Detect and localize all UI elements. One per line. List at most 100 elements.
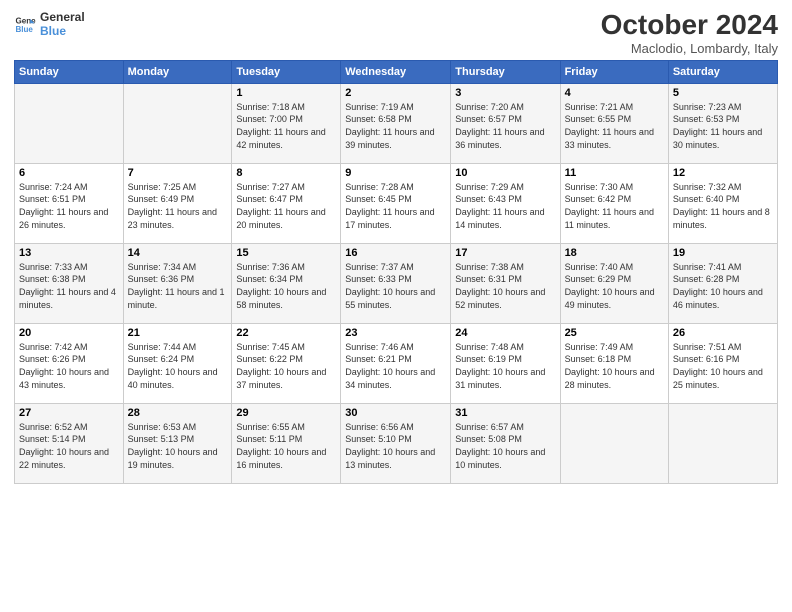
- col-tuesday: Tuesday: [232, 60, 341, 83]
- day-info: Sunrise: 7:38 AMSunset: 6:31 PMDaylight:…: [455, 261, 555, 311]
- day-number: 14: [128, 247, 228, 259]
- cell-w5-d2: 28 Sunrise: 6:53 AMSunset: 5:13 PMDayligh…: [123, 403, 232, 483]
- logo-icon: General Blue: [14, 13, 36, 35]
- day-number: 4: [565, 87, 664, 99]
- cell-w5-d3: 29Sunrise: 6:55 AMSunset: 5:11 PMDayligh…: [232, 403, 341, 483]
- day-number: 9: [345, 167, 446, 179]
- day-number: 23: [345, 327, 446, 339]
- cell-w4-d7: 26Sunrise: 7:51 AMSunset: 6:16 PMDayligh…: [668, 323, 777, 403]
- day-info: Sunrise: 7:21 AMSunset: 6:55 PMDaylight:…: [565, 101, 664, 151]
- day-number: 27: [19, 407, 119, 419]
- calendar-table: Sunday Monday Tuesday Wednesday Thursday…: [14, 60, 778, 484]
- day-number: 6: [19, 167, 119, 179]
- day-info: Sunrise: 7:19 AMSunset: 6:58 PMDaylight:…: [345, 101, 446, 151]
- day-info: Sunrise: 6:52 AMSunset: 5:14 PMDaylight:…: [19, 421, 119, 471]
- logo: General Blue General Blue: [14, 10, 85, 39]
- week-row-5: 27 Sunrise: 6:52 AMSunset: 5:14 PMDayligh…: [15, 403, 778, 483]
- day-number: 3: [455, 87, 555, 99]
- day-number: 22: [236, 327, 336, 339]
- cell-w3-d6: 18 Sunrise: 7:40 AMSunset: 6:29 PMDayligh…: [560, 243, 668, 323]
- day-info: Sunrise: 7:25 AMSunset: 6:49 PMDaylight:…: [128, 181, 228, 231]
- cell-w2-d2: 7 Sunrise: 7:25 AMSunset: 6:49 PMDaylight…: [123, 163, 232, 243]
- day-info: Sunrise: 7:41 AMSunset: 6:28 PMDaylight:…: [673, 261, 773, 311]
- day-number: 16: [345, 247, 446, 259]
- day-info: Sunrise: 7:20 AMSunset: 6:57 PMDaylight:…: [455, 101, 555, 151]
- day-info: Sunrise: 7:44 AMSunset: 6:24 PMDaylight:…: [128, 341, 228, 391]
- cell-w3-d7: 19 Sunrise: 7:41 AMSunset: 6:28 PMDayligh…: [668, 243, 777, 323]
- day-info: Sunrise: 7:32 AMSunset: 6:40 PMDaylight:…: [673, 181, 773, 231]
- cell-w3-d5: 17Sunrise: 7:38 AMSunset: 6:31 PMDayligh…: [451, 243, 560, 323]
- col-monday: Monday: [123, 60, 232, 83]
- day-info: Sunrise: 7:45 AMSunset: 6:22 PMDaylight:…: [236, 341, 336, 391]
- header-row-days: Sunday Monday Tuesday Wednesday Thursday…: [15, 60, 778, 83]
- day-number: 28: [128, 407, 228, 419]
- day-info: Sunrise: 7:29 AMSunset: 6:43 PMDaylight:…: [455, 181, 555, 231]
- day-info: Sunrise: 7:51 AMSunset: 6:16 PMDaylight:…: [673, 341, 773, 391]
- day-info: Sunrise: 7:36 AMSunset: 6:34 PMDaylight:…: [236, 261, 336, 311]
- svg-text:Blue: Blue: [15, 25, 33, 34]
- cell-w1-d7: 5Sunrise: 7:23 AMSunset: 6:53 PMDaylight…: [668, 83, 777, 163]
- week-row-3: 13 Sunrise: 7:33 AMSunset: 6:38 PMDayligh…: [15, 243, 778, 323]
- cell-w1-d1: [15, 83, 124, 163]
- day-number: 13: [19, 247, 119, 259]
- cell-w1-d3: 1 Sunrise: 7:18 AMSunset: 7:00 PMDaylight…: [232, 83, 341, 163]
- day-info: Sunrise: 6:53 AMSunset: 5:13 PMDaylight:…: [128, 421, 228, 471]
- day-info: Sunrise: 7:34 AMSunset: 6:36 PMDaylight:…: [128, 261, 228, 311]
- day-info: Sunrise: 7:49 AMSunset: 6:18 PMDaylight:…: [565, 341, 664, 391]
- col-friday: Friday: [560, 60, 668, 83]
- day-number: 19: [673, 247, 773, 259]
- col-saturday: Saturday: [668, 60, 777, 83]
- cell-w1-d5: 3 Sunrise: 7:20 AMSunset: 6:57 PMDaylight…: [451, 83, 560, 163]
- col-wednesday: Wednesday: [341, 60, 451, 83]
- cell-w5-d1: 27 Sunrise: 6:52 AMSunset: 5:14 PMDayligh…: [15, 403, 124, 483]
- day-number: 29: [236, 407, 336, 419]
- cell-w2-d3: 8Sunrise: 7:27 AMSunset: 6:47 PMDaylight…: [232, 163, 341, 243]
- logo-text-blue: Blue: [40, 24, 85, 38]
- cell-w3-d4: 16Sunrise: 7:37 AMSunset: 6:33 PMDayligh…: [341, 243, 451, 323]
- cell-w3-d2: 14 Sunrise: 7:34 AMSunset: 6:36 PMDayligh…: [123, 243, 232, 323]
- day-number: 15: [236, 247, 336, 259]
- day-info: Sunrise: 7:33 AMSunset: 6:38 PMDaylight:…: [19, 261, 119, 311]
- logo-text-general: General: [40, 10, 85, 24]
- col-thursday: Thursday: [451, 60, 560, 83]
- cell-w2-d7: 12 Sunrise: 7:32 AMSunset: 6:40 PMDayligh…: [668, 163, 777, 243]
- day-number: 21: [128, 327, 228, 339]
- day-number: 12: [673, 167, 773, 179]
- cell-w2-d4: 9Sunrise: 7:28 AMSunset: 6:45 PMDaylight…: [341, 163, 451, 243]
- day-info: Sunrise: 6:56 AMSunset: 5:10 PMDaylight:…: [345, 421, 446, 471]
- day-info: Sunrise: 7:24 AMSunset: 6:51 PMDaylight:…: [19, 181, 119, 231]
- week-row-1: 1 Sunrise: 7:18 AMSunset: 7:00 PMDaylight…: [15, 83, 778, 163]
- cell-w4-d1: 20 Sunrise: 7:42 AMSunset: 6:26 PMDayligh…: [15, 323, 124, 403]
- day-info: Sunrise: 7:46 AMSunset: 6:21 PMDaylight:…: [345, 341, 446, 391]
- cell-w3-d3: 15 Sunrise: 7:36 AMSunset: 6:34 PMDayligh…: [232, 243, 341, 323]
- col-sunday: Sunday: [15, 60, 124, 83]
- day-number: 5: [673, 87, 773, 99]
- day-number: 2: [345, 87, 446, 99]
- title-block: October 2024 Maclodio, Lombardy, Italy: [601, 10, 778, 56]
- cell-w1-d6: 4 Sunrise: 7:21 AMSunset: 6:55 PMDaylight…: [560, 83, 668, 163]
- cell-w2-d5: 10 Sunrise: 7:29 AMSunset: 6:43 PMDayligh…: [451, 163, 560, 243]
- cell-w5-d5: 31Sunrise: 6:57 AMSunset: 5:08 PMDayligh…: [451, 403, 560, 483]
- calendar-container: General Blue General Blue October 2024 M…: [0, 0, 792, 492]
- day-info: Sunrise: 7:30 AMSunset: 6:42 PMDaylight:…: [565, 181, 664, 231]
- cell-w4-d6: 25Sunrise: 7:49 AMSunset: 6:18 PMDayligh…: [560, 323, 668, 403]
- day-info: Sunrise: 7:27 AMSunset: 6:47 PMDaylight:…: [236, 181, 336, 231]
- month-title: October 2024: [601, 10, 778, 41]
- location-subtitle: Maclodio, Lombardy, Italy: [601, 41, 778, 56]
- day-number: 18: [565, 247, 664, 259]
- cell-w4-d5: 24Sunrise: 7:48 AMSunset: 6:19 PMDayligh…: [451, 323, 560, 403]
- cell-w5-d6: [560, 403, 668, 483]
- day-number: 7: [128, 167, 228, 179]
- cell-w4-d4: 23 Sunrise: 7:46 AMSunset: 6:21 PMDayligh…: [341, 323, 451, 403]
- cell-w2-d1: 6 Sunrise: 7:24 AMSunset: 6:51 PMDaylight…: [15, 163, 124, 243]
- calendar-body: 1 Sunrise: 7:18 AMSunset: 7:00 PMDaylight…: [15, 83, 778, 483]
- day-number: 31: [455, 407, 555, 419]
- day-number: 20: [19, 327, 119, 339]
- day-number: 1: [236, 87, 336, 99]
- cell-w1-d4: 2 Sunrise: 7:19 AMSunset: 6:58 PMDaylight…: [341, 83, 451, 163]
- header-row: General Blue General Blue October 2024 M…: [14, 10, 778, 56]
- day-info: Sunrise: 7:18 AMSunset: 7:00 PMDaylight:…: [236, 101, 336, 151]
- day-number: 10: [455, 167, 555, 179]
- day-info: Sunrise: 7:42 AMSunset: 6:26 PMDaylight:…: [19, 341, 119, 391]
- day-info: Sunrise: 7:40 AMSunset: 6:29 PMDaylight:…: [565, 261, 664, 311]
